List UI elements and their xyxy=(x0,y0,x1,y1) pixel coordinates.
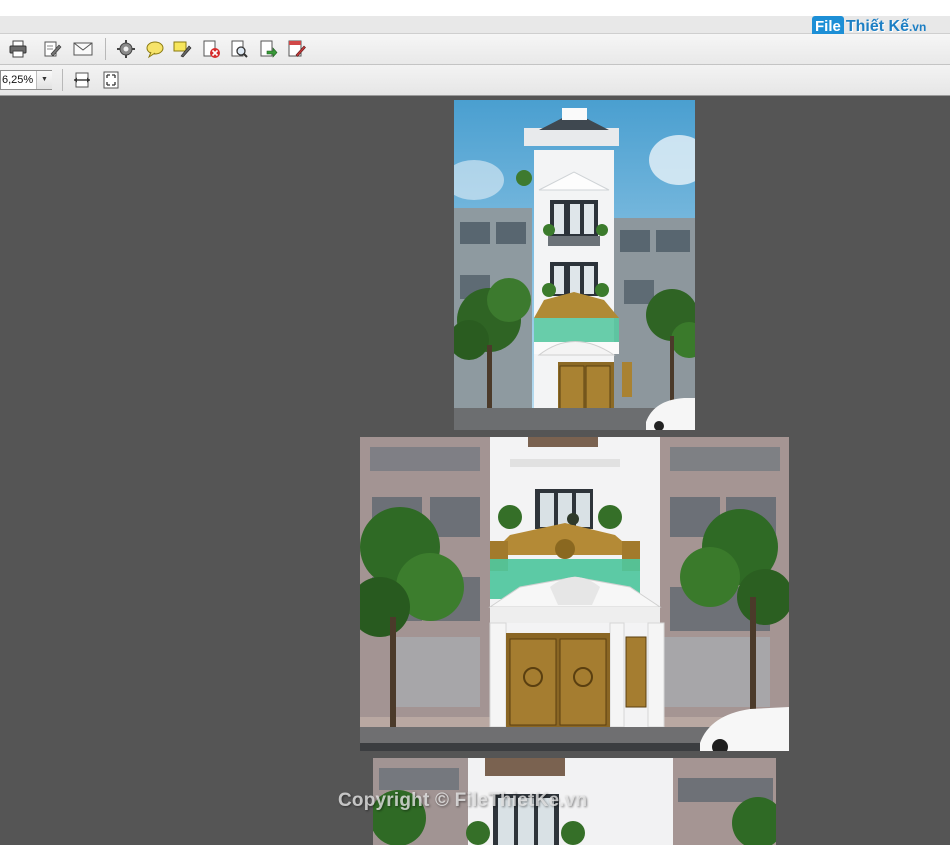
fit-width-button[interactable] xyxy=(70,68,94,92)
comment-icon xyxy=(146,41,164,59)
page-2-rendering xyxy=(360,437,789,751)
toolbar-separator xyxy=(105,38,106,60)
toolbar-separator xyxy=(62,69,63,91)
sign-document-button[interactable] xyxy=(284,37,308,61)
email-button[interactable] xyxy=(71,37,95,61)
window-titlebar xyxy=(0,0,950,16)
menu-bar xyxy=(0,16,950,34)
sign-document-icon xyxy=(288,40,306,57)
export-icon xyxy=(260,40,278,58)
delete-file-button[interactable] xyxy=(199,37,223,61)
export-button[interactable] xyxy=(256,37,280,61)
print-button[interactable] xyxy=(6,37,30,61)
page-1-rendering xyxy=(454,100,695,430)
copyright-watermark: Copyright © FileThietKe.vn xyxy=(338,790,588,811)
settings-icon xyxy=(117,40,135,58)
logo-brand-tld: .vn xyxy=(908,20,927,34)
settings-button[interactable] xyxy=(114,37,138,61)
edit-button[interactable] xyxy=(40,37,64,61)
main-toolbar xyxy=(0,34,950,65)
fit-page-icon xyxy=(103,71,119,89)
comment-button[interactable] xyxy=(143,37,167,61)
zoom-select[interactable]: 6,25% ▼ xyxy=(0,70,52,90)
delete-file-icon xyxy=(203,40,220,58)
email-icon xyxy=(73,42,93,56)
fit-width-icon xyxy=(74,72,90,88)
chevron-down-icon: ▼ xyxy=(41,76,48,83)
document-page-1 xyxy=(454,100,695,430)
edit-document-icon xyxy=(44,41,62,57)
highlight-icon xyxy=(173,41,192,58)
search-document-button[interactable] xyxy=(227,37,251,61)
view-toolbar: 6,25% ▼ xyxy=(0,65,950,96)
zoom-dropdown-button[interactable]: ▼ xyxy=(36,71,52,89)
zoom-value: 6,25% xyxy=(2,74,34,86)
fit-page-button[interactable] xyxy=(99,68,123,92)
search-document-icon xyxy=(231,40,248,58)
highlight-button[interactable] xyxy=(170,37,194,61)
document-page-2 xyxy=(360,437,789,751)
printer-icon xyxy=(9,40,27,58)
